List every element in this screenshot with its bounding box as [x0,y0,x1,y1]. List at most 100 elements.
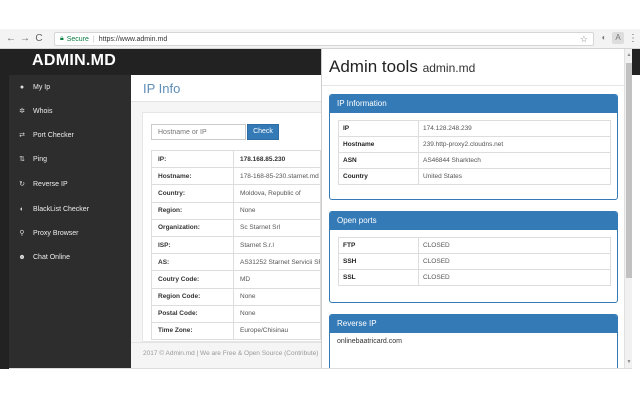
popup-divider [322,85,624,86]
table-row: Postal Code: None [151,304,321,323]
row-value: CLOSED [418,269,611,286]
table-row: Time Zone: Europe/Chisinau [151,321,321,341]
hostname-input[interactable] [151,124,246,140]
reverse-ip-card: Reverse IP onlinebaatricard.com [329,314,618,369]
sidebar-item-reverse-ip[interactable]: ↻ Reverse IP [9,174,131,194]
table-row: Region Code: None [151,287,321,306]
card-heading: Reverse IP [330,315,617,333]
row-value: Moldova, Republic of [233,184,321,203]
row-key: Country [338,168,419,185]
row-value: None [233,304,321,323]
extension-icon[interactable]: ◐ [598,32,610,44]
row-key: IP: [151,149,234,169]
table-row: AS: AS31252 Starnet Servicii SRL [151,253,321,272]
popup-title-text: Admin tools [329,57,418,76]
table-row: ISP: Starnet S.r.l [151,235,321,255]
check-button[interactable]: Check [247,124,279,140]
reverse-ip-domain: onlinebaatricard.com [337,338,402,345]
table-row: Hostname: 178-168-85-230.starnet.md [151,167,321,186]
row-value: AS31252 Starnet Servicii SRL [233,253,321,272]
bookmark-star-icon[interactable]: ☆ [580,34,588,45]
row-key: Coutry Code: [151,270,234,289]
row-key: ISP: [151,235,234,255]
browser-menu-icon[interactable]: ⋮ [628,32,638,46]
admin-tools-extension-icon[interactable]: A [612,32,624,44]
ip-information-card: IP Information IP 174.128.248.239 Hostnam… [329,94,618,200]
row-value: 178.168.85.230 [233,149,321,169]
row-key: Region Code: [151,287,234,306]
sidebar-item-blacklist-checker[interactable]: ◐ BlackList Checker [9,199,131,219]
user-icon: ☻ [18,253,26,261]
row-key: SSL [338,269,419,286]
row-key: Organization: [151,218,234,237]
row-value: 239.http-proxy2.cloudns.net [418,136,611,153]
sidebar: ● My Ip ✲ Whois ⇄ Port Checker ⇅ Ping ↻ … [9,75,131,368]
updown-arrows-icon: ⇅ [19,156,25,163]
row-value: None [233,287,321,306]
card-heading: Open ports [330,212,617,230]
row-value: CLOSED [418,253,611,270]
secure-label: Secure [66,35,89,43]
sidebar-item-label: Ping [33,155,48,163]
table-row: Organization: Sc Starnet Srl [151,218,321,237]
url-text[interactable]: https://www.admin.md [99,36,167,43]
circle-icon: ● [19,83,25,91]
site-logo[interactable]: ADMIN.MD [32,52,116,70]
scroll-thumb[interactable] [626,63,632,278]
popup-scrollbar[interactable]: ▲ ▼ [624,49,632,369]
sidebar-item-label: Proxy Browser [33,229,79,237]
sidebar-item-label: BlackList Checker [33,205,90,213]
address-bar[interactable]: 🔒︎ Secure | https://www.admin.md ☆ [54,32,594,46]
back-icon[interactable]: ← [4,29,18,49]
sidebar-item-my-ip[interactable]: ● My Ip [9,77,131,97]
table-row: Coutry Code: MD [151,270,321,289]
window-bottom-border [9,368,632,369]
table-row: Hostname 239.http-proxy2.cloudns.net [338,136,611,153]
table-row: SSH CLOSED [338,253,611,270]
sidebar-item-label: Port Checker [33,131,74,139]
scroll-down-arrow-icon[interactable]: ▼ [625,359,633,365]
popup-subtitle: admin.md [422,61,476,75]
gear-icon: ✲ [19,108,25,115]
sidebar-item-label: Whois [33,107,53,115]
forward-icon[interactable]: → [18,29,32,49]
left-edge [0,49,9,369]
url-separator: | [92,35,95,43]
reload-icon[interactable]: C [32,29,46,49]
sidebar-item-port-checker[interactable]: ⇄ Port Checker [9,125,131,145]
sidebar-item-whois[interactable]: ✲ Whois [9,101,131,121]
row-value: 178-168-85-230.starnet.md [233,167,321,186]
sidebar-item-proxy-browser[interactable]: ⚲ Proxy Browser [9,223,131,243]
sidebar-item-chat-online[interactable]: ☻ Chat Online [9,247,131,267]
ip-information-table: IP 174.128.248.239 Hostname 239.http-proxy… [338,120,611,185]
row-key: FTP [338,237,419,254]
table-row: FTP CLOSED [338,237,611,254]
table-row: SSL CLOSED [338,269,611,286]
sidebar-item-label: Reverse IP [33,180,68,188]
exchange-icon: ⇄ [19,132,25,139]
row-value: 174.128.248.239 [418,120,611,137]
scroll-up-arrow-icon[interactable]: ▲ [625,52,633,58]
browser-toolbar: ← → C 🔒︎ Secure | https://www.admin.md ☆… [0,29,640,49]
refresh-icon: ↻ [19,181,25,188]
page-title: IP Info [143,81,181,96]
card-heading: IP Information [330,95,617,113]
sidebar-item-label: My Ip [33,83,51,91]
row-key: Hostname: [151,167,234,186]
table-row: ASN AS46844 Sharktech [338,152,611,169]
row-key: Region: [151,201,234,220]
row-value: MD [233,270,321,289]
table-row: Region: None [151,201,321,220]
row-value: Starnet S.r.l [233,235,321,255]
popup-title: Admin tools admin.md [329,57,475,77]
row-key: AS: [151,253,234,272]
site-footer: 2017 © Admin.md | We are Free & Open Sou… [131,342,321,368]
sidebar-item-ping[interactable]: ⇅ Ping [9,149,131,169]
adjust-icon: ◐ [19,205,25,213]
admin-tools-popup: Admin tools admin.md IP Information IP 17… [321,49,624,369]
table-row: IP 174.128.248.239 [338,120,611,137]
row-value: United States [418,168,611,185]
row-key: ASN [338,152,419,169]
sidebar-item-label: Chat Online [33,253,70,261]
row-key: SSH [338,253,419,270]
